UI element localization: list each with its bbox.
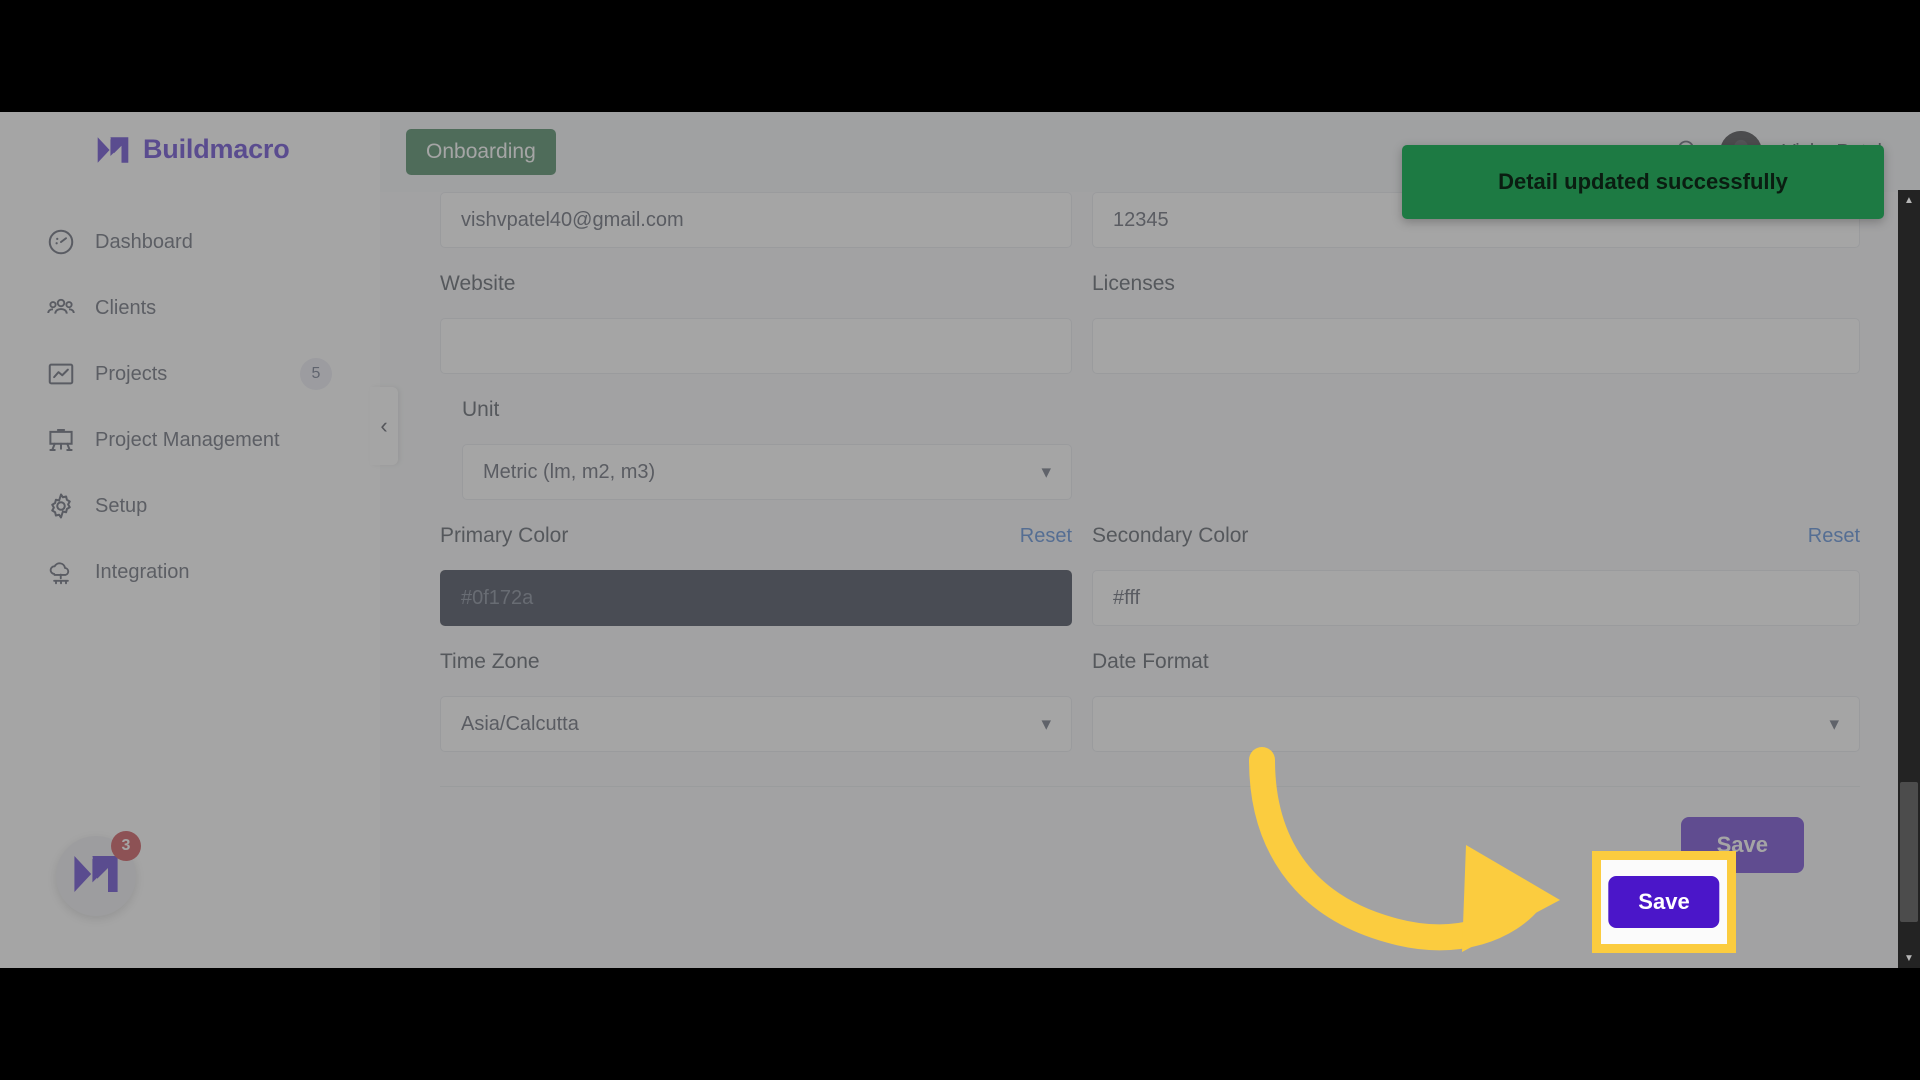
easel-icon	[46, 425, 76, 455]
licenses-input[interactable]	[1092, 318, 1860, 374]
website-input[interactable]	[440, 318, 1072, 374]
sidebar-item-clients[interactable]: Clients	[0, 275, 380, 341]
date-format-label: Date Format	[1092, 650, 1209, 673]
field-primary-color: Primary Color Reset #0f172a	[440, 524, 1072, 626]
field-date-format: Date Format ▾	[1092, 650, 1860, 752]
help-bubble-badge: 3	[111, 831, 141, 861]
tab-onboarding[interactable]: Onboarding	[406, 129, 556, 175]
chevron-down-icon: ▾	[1829, 713, 1839, 735]
brand-logo[interactable]: Buildmacro	[0, 112, 380, 165]
people-icon	[46, 293, 76, 323]
sidebar-item-dashboard[interactable]: Dashboard	[0, 209, 380, 275]
scrollbar-thumb[interactable]	[1900, 782, 1918, 922]
help-chat-bubble[interactable]: 3	[56, 831, 141, 916]
email-input[interactable]: vishvpatel40@gmail.com	[440, 192, 1072, 248]
chart-box-icon	[46, 359, 76, 389]
time-zone-select[interactable]: Asia/Calcutta ▾	[440, 696, 1072, 752]
chevron-left-icon: ‹	[380, 413, 388, 438]
form-row-website-licenses: Website Licenses	[440, 272, 1860, 374]
sidebar: Buildmacro Dashboard Clients Projects 5 …	[0, 112, 380, 968]
sidebar-collapse-button[interactable]: ‹	[370, 387, 398, 465]
vertical-scrollbar[interactable]: ▲ ▼	[1898, 190, 1920, 968]
save-button-highlight: Save	[1592, 851, 1736, 953]
website-label: Website	[440, 272, 516, 295]
sidebar-item-label: Projects	[95, 362, 168, 385]
main-content: Onboarding vishvpatel40@gmail.com 12345 …	[380, 112, 1920, 968]
field-secondary-color: Secondary Color Reset #fff	[1092, 524, 1860, 626]
form-row-unit: Unit Metric (lm, m2, m3) ▾	[440, 398, 1860, 500]
primary-color-input[interactable]: #0f172a	[440, 570, 1072, 626]
secondary-color-reset-link[interactable]: Reset	[1808, 525, 1860, 548]
sidebar-item-label: Integration	[95, 560, 190, 583]
time-zone-label: Time Zone	[440, 650, 540, 673]
screen: Buildmacro Dashboard Clients Projects 5 …	[0, 0, 1920, 1080]
primary-color-label: Primary Color	[440, 524, 569, 547]
sidebar-item-setup[interactable]: Setup	[0, 473, 380, 539]
secondary-color-label: Secondary Color	[1092, 524, 1249, 547]
save-button-highlighted[interactable]: Save	[1608, 876, 1720, 928]
chevron-down-icon: ▾	[1041, 461, 1051, 483]
cloud-network-icon	[46, 557, 76, 587]
field-unit: Unit Metric (lm, m2, m3) ▾	[462, 398, 1072, 500]
field-licenses: Licenses	[1092, 272, 1860, 374]
scroll-up-arrow-icon[interactable]: ▲	[1898, 190, 1920, 210]
sidebar-item-integration[interactable]: Integration	[0, 539, 380, 605]
buildmacro-logo-icon	[72, 852, 120, 901]
field-website: Website	[440, 272, 1072, 374]
sidebar-item-label: Project Management	[95, 428, 280, 451]
sidebar-item-label: Dashboard	[95, 230, 193, 253]
buildmacro-logo-icon	[96, 135, 130, 165]
gauge-icon	[46, 227, 76, 257]
sidebar-nav: Dashboard Clients Projects 5 Project Man…	[0, 209, 380, 605]
gear-icon	[46, 491, 76, 521]
projects-count-badge: 5	[300, 358, 332, 390]
unit-value: Metric (lm, m2, m3)	[483, 460, 656, 483]
sidebar-item-projects[interactable]: Projects 5	[0, 341, 380, 407]
form-row-colors: Primary Color Reset #0f172a Secondary Co…	[440, 524, 1860, 626]
field-email: vishvpatel40@gmail.com	[440, 192, 1072, 248]
time-zone-value: Asia/Calcutta	[461, 712, 579, 735]
sidebar-item-label: Clients	[95, 296, 157, 319]
scroll-down-arrow-icon[interactable]: ▼	[1898, 948, 1920, 968]
sidebar-item-project-management[interactable]: Project Management	[0, 407, 380, 473]
unit-select[interactable]: Metric (lm, m2, m3) ▾	[462, 444, 1072, 500]
primary-color-reset-link[interactable]: Reset	[1020, 525, 1072, 548]
app-viewport: Buildmacro Dashboard Clients Projects 5 …	[0, 112, 1920, 968]
date-format-select[interactable]: ▾	[1092, 696, 1860, 752]
form-row-locale: Time Zone Asia/Calcutta ▾ Date Format ▾	[440, 650, 1860, 752]
brand-name: Buildmacro	[143, 134, 290, 164]
sidebar-item-label: Setup	[95, 494, 148, 517]
success-toast: Detail updated successfully	[1402, 145, 1884, 219]
chevron-down-icon: ▾	[1041, 713, 1051, 735]
unit-label: Unit	[462, 398, 500, 421]
secondary-color-input[interactable]: #fff	[1092, 570, 1860, 626]
field-time-zone: Time Zone Asia/Calcutta ▾	[440, 650, 1072, 752]
licenses-label: Licenses	[1092, 272, 1175, 295]
